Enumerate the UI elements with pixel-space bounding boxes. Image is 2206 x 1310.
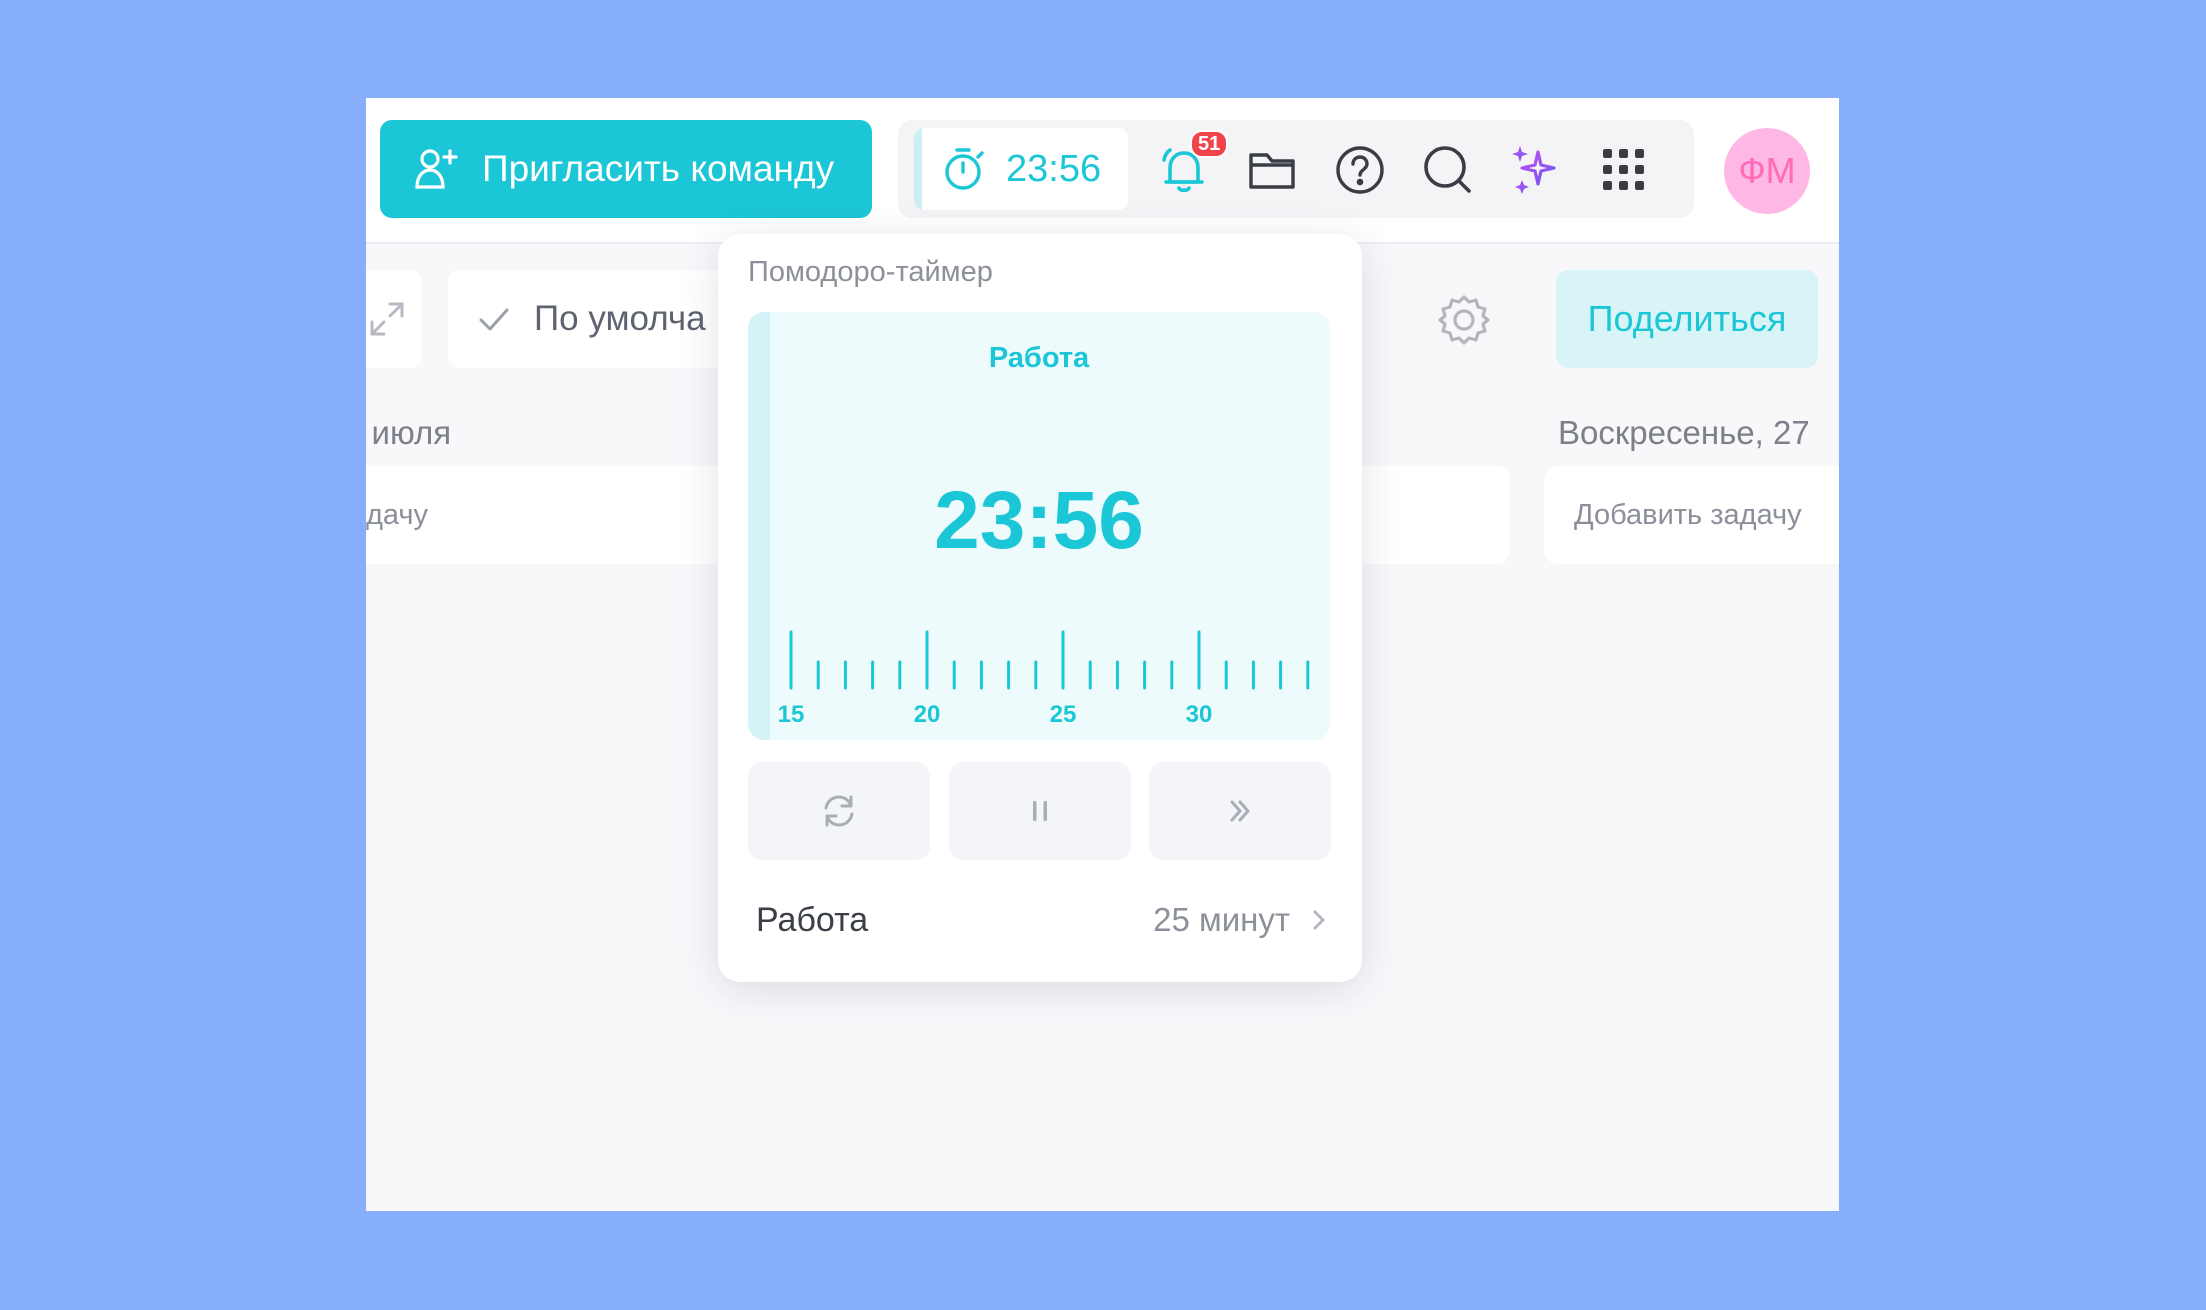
folder-icon	[1249, 153, 1295, 189]
timer-display: Работа 23:56 15 20 25 30	[748, 312, 1330, 740]
search-icon	[1424, 146, 1471, 193]
help-button[interactable]	[1332, 142, 1388, 198]
sparkles-icon	[1512, 146, 1556, 194]
ai-assistant-button[interactable]	[1508, 142, 1564, 198]
apps-button[interactable]	[1596, 142, 1652, 198]
scale-label: 30	[1186, 701, 1213, 728]
expand-view-button[interactable]	[366, 270, 422, 368]
help-circle-icon	[1336, 146, 1384, 194]
day-header-right: Воскресенье, 27	[1558, 414, 1810, 451]
skip-icon	[1230, 800, 1250, 822]
default-view-label: По умолча	[534, 299, 706, 338]
notification-count-badge: 51	[1190, 130, 1229, 158]
share-label: Поделиться	[1587, 298, 1787, 339]
add-task-label-right: Добавить задачу	[1574, 498, 1802, 531]
top-bar: Пригласить команду 23:56 51 ФМ	[366, 98, 1839, 244]
pause-button[interactable]	[949, 762, 1131, 860]
stopwatch-icon	[945, 148, 984, 190]
invite-team-button[interactable]: Пригласить команду	[380, 120, 872, 218]
scale-label: 20	[914, 701, 941, 728]
invite-team-label: Пригласить команду	[482, 148, 835, 189]
skip-button[interactable]	[1149, 762, 1331, 860]
notifications-button[interactable]: 51	[1156, 130, 1229, 198]
day-header-left: 5 июля	[366, 414, 452, 451]
settings-button[interactable]	[1436, 292, 1492, 348]
share-button[interactable]: Поделиться	[1556, 270, 1818, 368]
pomodoro-popup: Помодоро-таймер Работа 23:56 15202530	[718, 234, 1362, 982]
avatar-initials: ФМ	[1738, 150, 1796, 191]
reset-button[interactable]	[748, 762, 930, 860]
add-task-label-left: дачу	[366, 498, 429, 531]
timer-pill-value: 23:56	[1006, 147, 1102, 190]
check-icon	[479, 308, 509, 331]
add-task-card-left[interactable]: дачу	[366, 466, 746, 564]
search-button[interactable]	[1420, 142, 1476, 198]
pomodoro-timer-button[interactable]: 23:56	[914, 128, 1128, 210]
user-plus-icon	[415, 149, 458, 189]
app-window: Пригласить команду 23:56 51 ФМ По умолча…	[366, 98, 1839, 1211]
timer-scale[interactable]: 15 20 25 30	[748, 312, 1330, 740]
add-task-card-middle[interactable]	[1346, 466, 1510, 564]
user-avatar[interactable]: ФМ	[1724, 128, 1810, 214]
grid-icon	[1603, 149, 1644, 190]
gear-icon	[1438, 295, 1490, 345]
scale-label: 15	[778, 701, 805, 728]
scale-label: 25	[1050, 701, 1077, 728]
refresh-icon	[824, 795, 854, 827]
work-duration-setting[interactable]: Работа 25 минут	[748, 888, 1330, 952]
work-duration-text: 25 минут	[1153, 901, 1290, 938]
work-duration-label: Работа	[756, 900, 869, 939]
folder-button[interactable]	[1244, 142, 1300, 198]
expand-icon	[370, 302, 404, 336]
add-task-card-right[interactable]: Добавить задачу	[1544, 466, 1839, 564]
chevron-right-icon	[1313, 910, 1325, 930]
pomodoro-title: Помодоро-таймер	[748, 256, 993, 288]
toolbar: 23:56 51	[898, 120, 1694, 218]
pause-icon	[1033, 801, 1047, 821]
work-duration-value: 25 минут	[1153, 901, 1330, 939]
